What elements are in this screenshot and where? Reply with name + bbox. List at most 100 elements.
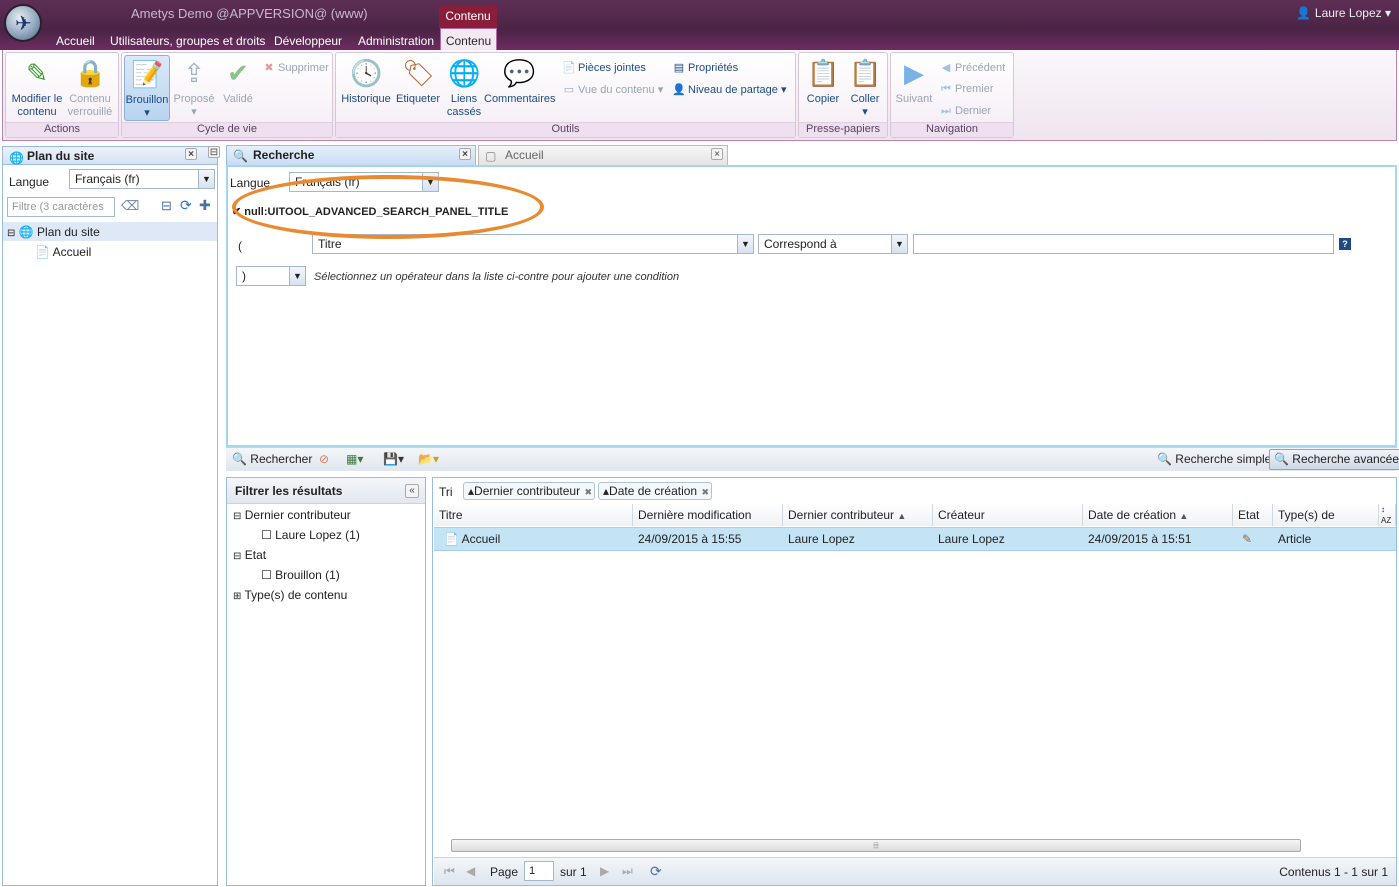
search-button[interactable]: 🔍 Rechercher — [232, 452, 312, 466]
share-level-button[interactable]: 👤 Niveau de partage ▾ — [672, 83, 786, 96]
delete-button[interactable]: ✖ Supprimer — [262, 61, 328, 74]
plugin-icon[interactable]: ✚ — [199, 197, 211, 214]
filter-item-state[interactable]: ☐ Brouillon (1) — [261, 566, 340, 584]
ribbon-group-label: Presse-papiers — [799, 122, 887, 137]
next-button[interactable]: ▶ Suivant — [893, 57, 935, 106]
advanced-search-button[interactable]: 🔍 Recherche avancée — [1269, 449, 1399, 470]
filter-group-type[interactable]: ⊞ Type(s) de contenu — [233, 586, 347, 604]
attachment-icon: 📄 — [562, 62, 576, 74]
close-icon[interactable]: × — [459, 148, 471, 160]
filter-group-state[interactable]: ⊟ Etat — [233, 546, 266, 564]
checkbox[interactable]: ☐ — [261, 568, 272, 582]
sitemap-filter-input[interactable]: Filtre (3 caractères m — [7, 197, 115, 231]
sort-asc-icon: ▲ — [1179, 511, 1189, 521]
content-view-button[interactable]: ▭ Vue du contenu ▾ — [562, 83, 663, 96]
menu-tab-contenu[interactable]: Contenu — [440, 28, 497, 50]
sort-asc-icon: ▲ — [897, 511, 907, 521]
chevron-down-icon: ▼ — [289, 267, 305, 285]
close-icon[interactable]: ✖ — [702, 484, 710, 500]
eraser-icon[interactable]: ⌫ — [121, 198, 139, 214]
menu-tab-administration[interactable]: Administration — [358, 34, 434, 48]
collapse-icon[interactable]: ⊟ — [161, 198, 172, 214]
sort-az-icon[interactable]: ↕ AZ — [1379, 504, 1396, 526]
cell-created: 24/09/2015 à 15:51 — [1088, 532, 1192, 546]
filter-item-contributor[interactable]: ☐ Laure Lopez (1) — [261, 526, 360, 544]
copy-button[interactable]: 📋 Copier — [803, 57, 843, 106]
last-button[interactable]: ⏭ Dernier — [939, 105, 991, 118]
page-label: Page — [490, 865, 519, 879]
save-icon[interactable]: 💾▾ — [383, 452, 404, 466]
close-icon[interactable]: × — [711, 148, 723, 160]
properties-button[interactable]: ▤ Propriétés — [672, 61, 738, 74]
comments-button[interactable]: 💬 Commentaires — [484, 57, 556, 106]
globe-link-icon: 🌐 — [448, 58, 481, 88]
pin-icon[interactable]: ⊟ — [208, 146, 220, 158]
criteria-value-input[interactable] — [913, 234, 1334, 254]
column-header-type[interactable]: Type(s) de contenu — [1273, 504, 1379, 544]
filter-group-contributor[interactable]: ⊟ Dernier contributeur — [233, 506, 351, 524]
tag-button[interactable]: 🏷 Etiqueter — [394, 57, 442, 106]
close-icon[interactable]: ✖ — [585, 484, 593, 500]
last-page-icon[interactable]: ⏭ — [622, 864, 633, 879]
menu-tab-users[interactable]: Utilisateurs, groupes et droits — [110, 34, 265, 48]
sitemap-title: Plan du site — [27, 149, 95, 163]
results-summary: Contenus 1 - 1 sur 1 — [1279, 865, 1388, 879]
draft-button[interactable]: 📝 Brouillon ▾ — [124, 55, 170, 121]
column-header-creator[interactable]: Créateur — [933, 504, 1083, 526]
search-icon: 🔍 — [233, 149, 248, 163]
filter-title: Filtrer les résultats — [235, 484, 343, 498]
pagination-bar: ⏮ ◀ Page 1 sur 1 ▶ ⏭ ⟳ Contenus 1 - 1 su… — [434, 857, 1396, 885]
close-icon[interactable]: × — [185, 148, 197, 160]
app-logo-icon[interactable]: ✈ — [4, 4, 42, 42]
column-header-modified[interactable]: Dernière modification — [633, 504, 783, 526]
column-header-state[interactable]: Etat — [1233, 504, 1273, 526]
tree-node-accueil[interactable]: 📄 Accueil — [35, 243, 91, 261]
close-paren-select[interactable]: ) ▼ — [236, 266, 306, 286]
tree-node-root[interactable]: ⊟ 🌐 Plan du site — [7, 223, 100, 241]
filter-panel: Filtrer les résultats « ⊟ Dernier contri… — [226, 477, 426, 886]
delete-icon: ✖ — [264, 62, 274, 74]
modify-content-button[interactable]: ✎ Modifier le contenu — [9, 57, 65, 119]
checkbox[interactable]: ☐ — [261, 528, 272, 542]
first-button[interactable]: ⏮ Premier — [939, 83, 993, 96]
broken-links-button[interactable]: 🌐 Liens cassés — [442, 57, 486, 119]
ribbon-group-clipboard: 📋 Copier 📋 Coller ▾ Presse-papiers — [798, 52, 888, 138]
search-toolbar: 🔍 Rechercher ⊘ ▦▾ 💾▾ 📂▾ 🔍 Recherche simp… — [226, 447, 1399, 471]
sitemap-lang-select[interactable]: Français (fr) ▼ — [69, 169, 215, 189]
cancel-icon[interactable]: ⊘ — [319, 452, 329, 466]
previous-button[interactable]: ◀ Précédent — [939, 61, 1005, 74]
copy-icon: 📋 — [807, 58, 840, 88]
open-paren-label: ( — [238, 239, 242, 253]
simple-search-button[interactable]: 🔍 Recherche simple — [1157, 452, 1271, 466]
history-button[interactable]: 🕓 Historique — [339, 57, 393, 106]
collapse-left-icon[interactable]: « — [405, 484, 419, 498]
attachments-button[interactable]: 📄 Pièces jointes — [562, 61, 646, 74]
column-header-created[interactable]: Date de création ▲ — [1083, 504, 1233, 526]
menu-tab-accueil[interactable]: Accueil — [56, 34, 95, 48]
sort-chip-creation-date[interactable]: ▴Date de création ✖ — [598, 482, 713, 500]
user-menu[interactable]: 👤 Laure Lopez ▾ — [1296, 6, 1391, 20]
cell-type: Article — [1278, 532, 1312, 546]
columns-icon[interactable]: ▦▾ — [346, 452, 363, 466]
menu-tab-developer[interactable]: Développeur — [274, 34, 342, 48]
next-page-icon[interactable]: ▶ — [600, 864, 609, 878]
horizontal-scrollbar[interactable]: ⦙⦙⦙ — [451, 839, 1301, 852]
validated-button[interactable]: ✔ Validé — [216, 57, 260, 106]
user-name: Laure Lopez — [1314, 6, 1382, 20]
previous-page-icon[interactable]: ◀ — [466, 864, 475, 878]
refresh-icon[interactable]: ⟳ — [650, 863, 662, 880]
tab-recherche[interactable]: 🔍 Recherche × — [226, 145, 476, 165]
refresh-icon[interactable]: ⟳ — [180, 197, 192, 214]
column-header-contributor[interactable]: Dernier contributeur ▲ — [783, 504, 933, 526]
help-icon[interactable]: ? — [1339, 238, 1351, 250]
first-page-icon[interactable]: ⏮ — [444, 864, 455, 879]
export-icon[interactable]: 📂▾ — [418, 452, 439, 466]
page-number-input[interactable]: 1 — [524, 861, 554, 881]
proposed-button[interactable]: ⇪ Proposé ▾ — [172, 57, 216, 119]
sort-chip-contributor[interactable]: ▴Dernier contributeur ✖ — [463, 482, 596, 500]
paste-button[interactable]: 📋 Coller ▾ — [845, 57, 885, 119]
criteria-operator-select[interactable]: Correspond à ▼ — [758, 234, 908, 254]
locked-content-button[interactable]: 🔒 Contenu verrouillé — [64, 57, 116, 119]
tab-accueil[interactable]: ▢ Accueil × — [478, 145, 728, 165]
column-header-title[interactable]: Titre — [434, 504, 633, 526]
